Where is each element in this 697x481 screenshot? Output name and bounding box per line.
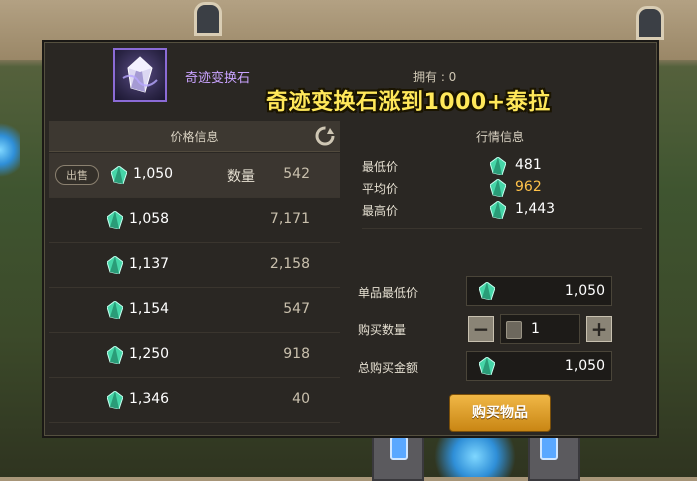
quantity-input[interactable]: 1 (500, 314, 580, 344)
qty-value: 7,171 (269, 211, 310, 227)
qty-value: 918 (283, 346, 310, 362)
price-row[interactable]: 1,154 547 (49, 288, 340, 333)
price-list-panel: 价格信息 出售 1,050 数量 542 1,058 7,171 1,137 2… (49, 121, 340, 423)
calculator-icon[interactable] (506, 321, 522, 339)
price-row[interactable]: 1,346 40 (49, 378, 340, 423)
qty-value: 40 (292, 391, 310, 407)
avg-price-value: 962 (515, 179, 542, 195)
market-header: 行情信息 (350, 121, 650, 151)
divider (362, 228, 642, 229)
price-value: 1,154 (129, 301, 170, 317)
item-name: 奇迹变换石 (185, 71, 251, 86)
background-portal-glow (425, 436, 525, 477)
min-price-value: 481 (515, 157, 542, 173)
decrease-button[interactable]: − (468, 316, 494, 342)
qty-value: 547 (283, 301, 310, 317)
price-value: 1,050 (133, 166, 174, 182)
gem-icon (107, 256, 123, 274)
total-field: 1,050 (466, 351, 612, 381)
sell-button[interactable]: 出售 (55, 165, 99, 185)
gem-icon (490, 179, 506, 197)
crystal-icon (122, 56, 158, 93)
total-value: 1,050 (564, 358, 605, 374)
buy-qty-label: 购买数量 (358, 323, 407, 337)
total-label: 总购买金额 (358, 361, 419, 375)
background-portal-glow (0, 120, 20, 180)
background-window (194, 2, 222, 36)
min-price-label: 最低价 (362, 160, 399, 174)
background-window (636, 6, 664, 40)
max-price-label: 最高价 (362, 204, 399, 218)
item-icon[interactable] (113, 48, 167, 102)
price-value: 1,058 (129, 211, 170, 227)
price-value: 1,346 (129, 391, 170, 407)
price-value: 1,250 (129, 346, 170, 362)
price-row[interactable]: 出售 1,050 数量 542 (49, 153, 340, 198)
increase-button[interactable]: + (586, 316, 612, 342)
market-panel: 行情信息 最低价 481 平均价 962 最高价 1,443 单品最低价 1,0… (350, 121, 650, 432)
unit-min-price-field: 1,050 (466, 276, 612, 306)
price-rows: 出售 1,050 数量 542 1,058 7,171 1,137 2,158 … (49, 153, 340, 423)
max-price-value: 1,443 (515, 201, 556, 217)
unit-min-price-value: 1,050 (564, 283, 605, 299)
price-list-header: 价格信息 (49, 121, 340, 152)
price-row[interactable]: 1,250 918 (49, 333, 340, 378)
gem-icon (479, 282, 495, 300)
gem-icon (490, 201, 506, 219)
price-row[interactable]: 1,137 2,158 (49, 243, 340, 288)
owned-count: 拥有 : 0 (413, 70, 457, 84)
price-value: 1,137 (129, 256, 170, 272)
unit-min-price-label: 单品最低价 (358, 286, 419, 300)
gem-icon (479, 357, 495, 375)
qty-value: 2,158 (269, 256, 310, 272)
quantity-value: 1 (531, 321, 540, 337)
buy-item-button[interactable]: 购买物品 (449, 394, 551, 432)
qty-value: 542 (283, 166, 310, 182)
market-title: 行情信息 (475, 130, 524, 144)
background-gem (540, 436, 558, 460)
gem-icon (111, 166, 127, 184)
gem-icon (490, 157, 506, 175)
avg-price-label: 平均价 (362, 182, 399, 196)
refresh-icon[interactable] (315, 126, 335, 146)
gem-icon (107, 346, 123, 364)
gem-icon (107, 391, 123, 409)
gem-icon (107, 301, 123, 319)
gem-icon (107, 211, 123, 229)
background-gem (390, 436, 408, 460)
qty-label: 数量 (227, 169, 255, 185)
price-list-title: 价格信息 (170, 130, 219, 144)
price-row[interactable]: 1,058 7,171 (49, 198, 340, 243)
overlay-caption: 奇迹变换石涨到1000+泰拉 (266, 90, 551, 115)
